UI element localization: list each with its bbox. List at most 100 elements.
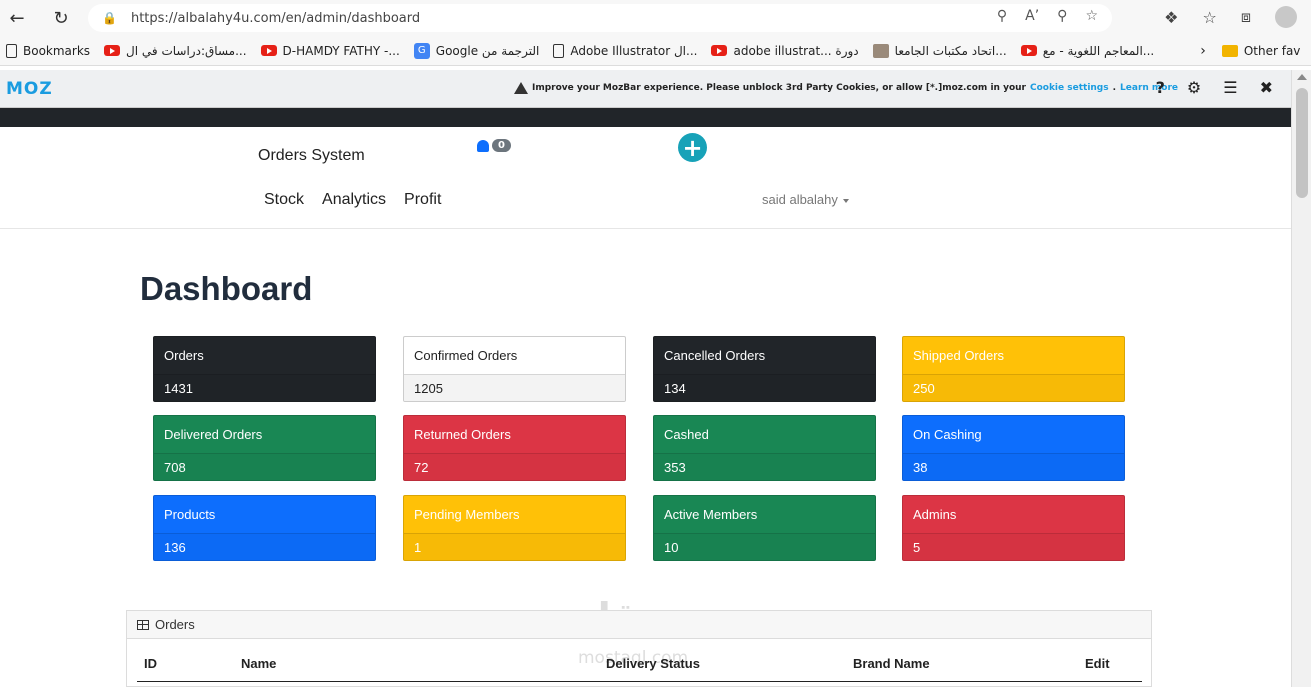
bookmark-label: مساق:دراسات في ال... — [126, 43, 247, 58]
bookmark-label: Bookmarks — [23, 43, 91, 58]
nav-link-stock[interactable]: Stock — [264, 191, 304, 209]
card-value: 250 — [903, 374, 1124, 401]
mozbar-message-text: Improve your MozBar experience. Please u… — [532, 83, 1026, 93]
page-scrollbar[interactable] — [1291, 70, 1311, 687]
bookmark-item[interactable]: مساق:دراسات في ال... — [104, 44, 247, 58]
page-title: Dashboard — [140, 270, 313, 307]
card-value: 38 — [903, 453, 1124, 480]
read-aloud-icon[interactable]: A’ — [1025, 8, 1039, 24]
column-header-name[interactable]: Name — [241, 656, 276, 671]
card-value: 134 — [654, 374, 875, 401]
card-label: Returned Orders — [414, 427, 511, 442]
card-value: 1431 — [154, 374, 375, 401]
favorite-add-icon[interactable]: ☆ — [1085, 8, 1098, 24]
bookmark-item[interactable]: اتحاد مكتبات الجامعا... — [872, 43, 1007, 58]
notification-badge: 0 — [492, 139, 511, 152]
scroll-up-icon[interactable] — [1297, 74, 1307, 80]
bookmark-item[interactable]: Bookmarks — [6, 43, 91, 58]
column-header-brand-name[interactable]: Brand Name — [853, 656, 930, 671]
user-dropdown[interactable]: said albalahy — [762, 192, 849, 207]
browser-toolbar: ← ↻ 🔒 https://albalahy4u.com/en/admin/da… — [0, 0, 1311, 36]
stat-card-orders[interactable]: Orders 1431 — [153, 336, 376, 402]
card-label: Cancelled Orders — [664, 348, 766, 363]
browser-actions: ❖ ☆ ⧈ — [1164, 6, 1297, 28]
stat-card-shipped-orders[interactable]: Shipped Orders 250 — [902, 336, 1125, 402]
card-value: 1205 — [404, 374, 625, 401]
reload-icon[interactable]: ↻ — [46, 3, 76, 33]
stat-card-products[interactable]: Products 136 — [153, 495, 376, 561]
bell-icon — [477, 139, 489, 152]
stat-card-admins[interactable]: Admins 5 — [902, 495, 1125, 561]
nav-link-analytics[interactable]: Analytics — [322, 191, 386, 209]
brand-title[interactable]: Orders System — [258, 147, 365, 165]
card-label: On Cashing — [913, 427, 982, 442]
address-actions: ⚲ A’ ⚲ ☆ — [997, 8, 1098, 24]
chevron-right-icon[interactable]: › — [1200, 43, 1206, 59]
key-icon[interactable]: ⚲ — [997, 8, 1007, 24]
youtube-icon — [104, 45, 121, 56]
youtube-icon — [260, 45, 277, 56]
help-icon[interactable]: ? — [1156, 78, 1165, 97]
bookmark-item[interactable]: D-HAMDY FATHY -... — [260, 43, 400, 58]
card-value: 10 — [654, 533, 875, 560]
cookie-settings-link[interactable]: Cookie settings — [1030, 83, 1109, 93]
other-favorites[interactable]: Other fav — [1221, 43, 1301, 58]
card-label: Admins — [913, 507, 957, 522]
back-icon[interactable]: ← — [2, 3, 32, 33]
orders-panel-title: Orders — [155, 617, 195, 632]
card-value: 136 — [154, 533, 375, 560]
column-header-edit[interactable]: Edit — [1085, 656, 1110, 671]
zoom-icon[interactable]: ⚲ — [1057, 8, 1067, 24]
notifications[interactable]: 0 — [477, 139, 511, 152]
column-header-delivery-status[interactable]: Delivery Status — [606, 656, 700, 671]
stat-card-confirmed-orders[interactable]: Confirmed Orders 1205 — [403, 336, 626, 402]
profile-avatar[interactable] — [1275, 6, 1297, 28]
stat-card-cancelled-orders[interactable]: Cancelled Orders 134 — [653, 336, 876, 402]
bookmark-label: المعاجم اللغوية - مع... — [1042, 43, 1155, 58]
stat-card-delivered-orders[interactable]: Delivered Orders 708 — [153, 415, 376, 481]
column-header-id[interactable]: ID — [144, 656, 157, 671]
bookmark-item[interactable]: المعاجم اللغوية - مع... — [1020, 43, 1155, 58]
address-bar[interactable]: 🔒 https://albalahy4u.com/en/admin/dashbo… — [88, 4, 1112, 32]
bookmark-item[interactable]: G Google الترجمة من — [413, 42, 540, 59]
google-translate-icon: G — [413, 42, 430, 59]
stat-card-active-members[interactable]: Active Members 10 — [653, 495, 876, 561]
page-icon — [553, 43, 565, 58]
nav-link-profit[interactable]: Profit — [404, 191, 441, 209]
bookmark-item[interactable]: adobe illustrat... دورة — [711, 43, 859, 58]
card-value: 353 — [654, 453, 875, 480]
image-icon — [872, 43, 889, 58]
bookmark-label: adobe illustrat... دورة — [733, 43, 859, 58]
scroll-thumb[interactable] — [1296, 88, 1308, 198]
orders-panel-header: Orders — [127, 611, 1151, 639]
extensions-icon[interactable]: ❖ — [1164, 8, 1178, 27]
card-value: 72 — [404, 453, 625, 480]
bookmark-item[interactable]: Adobe Illustrator ال... — [553, 43, 697, 58]
collections-icon[interactable]: ⧈ — [1241, 7, 1251, 27]
mozbar: MOZ Improve your MozBar experience. Plea… — [0, 70, 1291, 108]
card-label: Active Members — [664, 507, 758, 522]
nav-links: Stock Analytics Profit — [264, 191, 441, 209]
card-label: Orders — [164, 348, 204, 363]
add-button[interactable]: + — [678, 133, 707, 162]
card-label: Confirmed Orders — [414, 348, 518, 363]
other-favorites-label: Other fav — [1243, 43, 1301, 58]
stat-card-pending-members[interactable]: Pending Members 1 — [403, 495, 626, 561]
caret-down-icon — [842, 198, 849, 203]
plus-icon: + — [682, 133, 703, 162]
table-icon — [137, 619, 149, 630]
settings-gear-icon[interactable]: ⚙ — [1187, 78, 1201, 97]
card-label: Products — [164, 507, 216, 522]
app-navbar: Orders System 0 + Stock Analytics Profit… — [0, 127, 1291, 229]
bookmark-label: D-HAMDY FATHY -... — [282, 43, 400, 58]
stat-card-returned-orders[interactable]: Returned Orders 72 — [403, 415, 626, 481]
close-icon[interactable]: ✖ — [1260, 78, 1273, 97]
moz-logo: MOZ — [6, 78, 53, 99]
menu-icon[interactable]: ☰ — [1223, 78, 1237, 97]
favorites-icon[interactable]: ☆ — [1202, 8, 1216, 27]
bookmark-label: Google الترجمة من — [435, 43, 540, 58]
stat-card-cashed[interactable]: Cashed 353 — [653, 415, 876, 481]
card-label: Cashed — [664, 427, 709, 442]
stat-card-on-cashing[interactable]: On Cashing 38 — [902, 415, 1125, 481]
top-dark-strip — [0, 108, 1291, 127]
